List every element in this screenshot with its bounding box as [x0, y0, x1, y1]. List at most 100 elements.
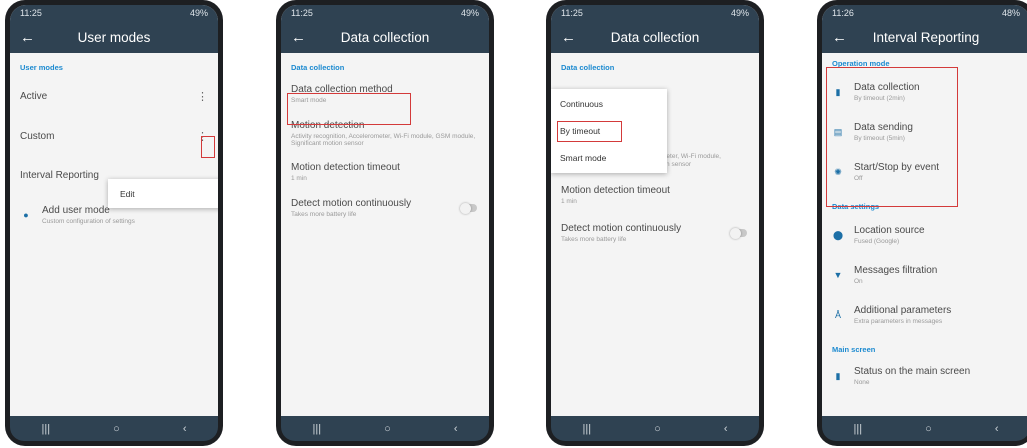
item-sub: Takes more battery life	[291, 211, 357, 218]
screen: 11:25 49% ← User modes User modes Active…	[10, 5, 218, 416]
item-label: Detect motion continuously	[561, 223, 682, 234]
status-battery: 49%	[460, 8, 479, 18]
page-title: Data collection	[340, 29, 430, 45]
phone-user-modes: 11:25 49% ← User modes User modes Active…	[5, 0, 223, 446]
home-icon[interactable]: ○	[654, 423, 661, 435]
back-arrow-icon[interactable]: ←	[832, 29, 854, 46]
highlight-box	[557, 121, 622, 142]
item-label: Messages filtration	[854, 265, 938, 276]
motion-timeout-item[interactable]: Motion detection timeout 1 min	[551, 177, 759, 213]
recent-apps-icon[interactable]: |||	[313, 423, 322, 435]
parameters-icon: Å	[834, 310, 841, 320]
recent-apps-icon[interactable]: |||	[583, 423, 592, 435]
detect-motion-continuously-item[interactable]: Detect motion continuously Takes more ba…	[551, 215, 759, 251]
app-bar: ← Data collection	[281, 21, 489, 53]
item-label: Detect motion continuously	[291, 198, 412, 209]
home-icon[interactable]: ○	[925, 423, 932, 435]
section-header: Main screen	[832, 345, 876, 354]
status-bar: 11:25 49%	[551, 5, 759, 21]
status-bar: 11:25 49%	[10, 5, 218, 21]
back-icon[interactable]: ‹	[724, 423, 728, 435]
status-bar: 11:25 49%	[281, 5, 489, 21]
home-icon[interactable]: ○	[113, 423, 120, 435]
status-battery: 49%	[730, 8, 749, 18]
location-pin-icon: ⬤	[832, 229, 844, 240]
status-time: 11:25	[291, 8, 313, 18]
context-menu: Edit	[108, 179, 218, 208]
status-time: 11:25	[20, 8, 42, 18]
item-label: Motion detection timeout	[561, 185, 670, 196]
status-bar: 11:26 48%	[822, 5, 1027, 21]
detect-motion-continuously-item[interactable]: Detect motion continuously Takes more ba…	[281, 190, 489, 226]
back-icon[interactable]: ‹	[183, 423, 187, 435]
item-label: Additional parameters	[854, 305, 952, 316]
system-nav-bar: ||| ○ ‹	[822, 416, 1027, 441]
app-bar: ← Interval Reporting	[822, 21, 1027, 53]
phone-data-collection-menu: 11:25 49% ← Data collection Data collect…	[546, 0, 764, 446]
phone-data-collection: 11:25 49% ← Data collection Data collect…	[276, 0, 494, 446]
app-bar: ← User modes	[10, 21, 218, 53]
toggle-switch[interactable]	[460, 202, 477, 214]
item-label: Status on the main screen	[854, 366, 971, 377]
partial-sub-line: ion sensor	[661, 161, 691, 168]
filter-icon: ▼	[833, 270, 843, 280]
section-header: Data collection	[561, 63, 615, 72]
option-continuous[interactable]: Continuous	[560, 99, 603, 109]
add-person-icon: ●	[23, 210, 29, 220]
status-battery: 49%	[189, 8, 208, 18]
section-header: Data collection	[291, 63, 345, 72]
motion-timeout-item[interactable]: Motion detection timeout 1 min	[281, 154, 489, 190]
item-label: Interval Reporting	[20, 169, 99, 181]
item-sub: None	[854, 379, 870, 386]
item-label: Active	[20, 90, 48, 102]
home-icon[interactable]: ○	[384, 423, 391, 435]
page-title: Interval Reporting	[872, 29, 980, 45]
page-title: User modes	[77, 29, 151, 45]
location-source-item[interactable]: ⬤ Location source Fused (Google)	[822, 215, 1027, 255]
list-item-custom[interactable]: Custom ⋮	[10, 116, 218, 156]
option-smart-mode[interactable]: Smart mode	[560, 153, 606, 163]
app-bar: ← Data collection	[551, 21, 759, 53]
additional-parameters-item[interactable]: Å Additional parameters Extra parameters…	[822, 295, 1027, 335]
status-main-screen-item[interactable]: ▮ Status on the main screen None	[822, 358, 1027, 394]
back-arrow-icon[interactable]: ←	[20, 29, 42, 46]
system-nav-bar: ||| ○ ‹	[10, 416, 218, 441]
menu-item-edit[interactable]: Edit	[120, 189, 135, 199]
screen: 11:25 49% ← Data collection Data collect…	[551, 5, 759, 416]
item-sub: 1 min	[291, 175, 307, 182]
recent-apps-icon[interactable]: |||	[854, 423, 863, 435]
highlight-box	[826, 67, 958, 207]
status-time: 11:25	[561, 8, 583, 18]
system-nav-bar: ||| ○ ‹	[551, 416, 759, 441]
screen: 11:25 49% ← Data collection Data collect…	[281, 5, 489, 416]
item-label: Motion detection timeout	[291, 162, 400, 173]
item-sub: Takes more battery life	[561, 236, 627, 243]
list-item-active[interactable]: Active ⋮	[10, 76, 218, 116]
highlight-box	[287, 93, 411, 125]
toggle-switch[interactable]	[730, 227, 747, 239]
status-battery: 48%	[1001, 8, 1020, 18]
item-sub: Activity recognition, Accelerometer, Wi-…	[291, 132, 476, 147]
back-arrow-icon[interactable]: ←	[291, 29, 313, 46]
more-vert-icon[interactable]: ⋮	[197, 90, 208, 103]
partial-sub-line: meter, Wi-Fi module,	[661, 153, 721, 160]
item-sub: Fused (Google)	[854, 238, 900, 245]
item-sub: On	[854, 278, 863, 285]
screen-icon: ▮	[835, 370, 841, 381]
recent-apps-icon[interactable]: |||	[42, 423, 51, 435]
messages-filtration-item[interactable]: ▼ Messages filtration On	[822, 255, 1027, 295]
back-icon[interactable]: ‹	[995, 423, 999, 435]
partial-sub-text: meter, Wi-Fi module, ion sensor	[661, 153, 721, 168]
status-time: 11:26	[832, 8, 854, 18]
item-label: Location source	[854, 225, 925, 236]
back-icon[interactable]: ‹	[454, 423, 458, 435]
highlight-box	[201, 136, 215, 158]
item-sub: Extra parameters in messages	[854, 318, 943, 325]
phone-interval-reporting: 11:26 48% ← Interval Reporting Operation…	[817, 0, 1027, 446]
item-label: Custom	[20, 130, 55, 142]
screen: 11:26 48% ← Interval Reporting Operation…	[822, 5, 1027, 416]
page-title: Data collection	[610, 29, 700, 45]
back-arrow-icon[interactable]: ←	[561, 29, 583, 46]
system-nav-bar: ||| ○ ‹	[281, 416, 489, 441]
item-sub: Custom configuration of settings	[42, 218, 135, 225]
